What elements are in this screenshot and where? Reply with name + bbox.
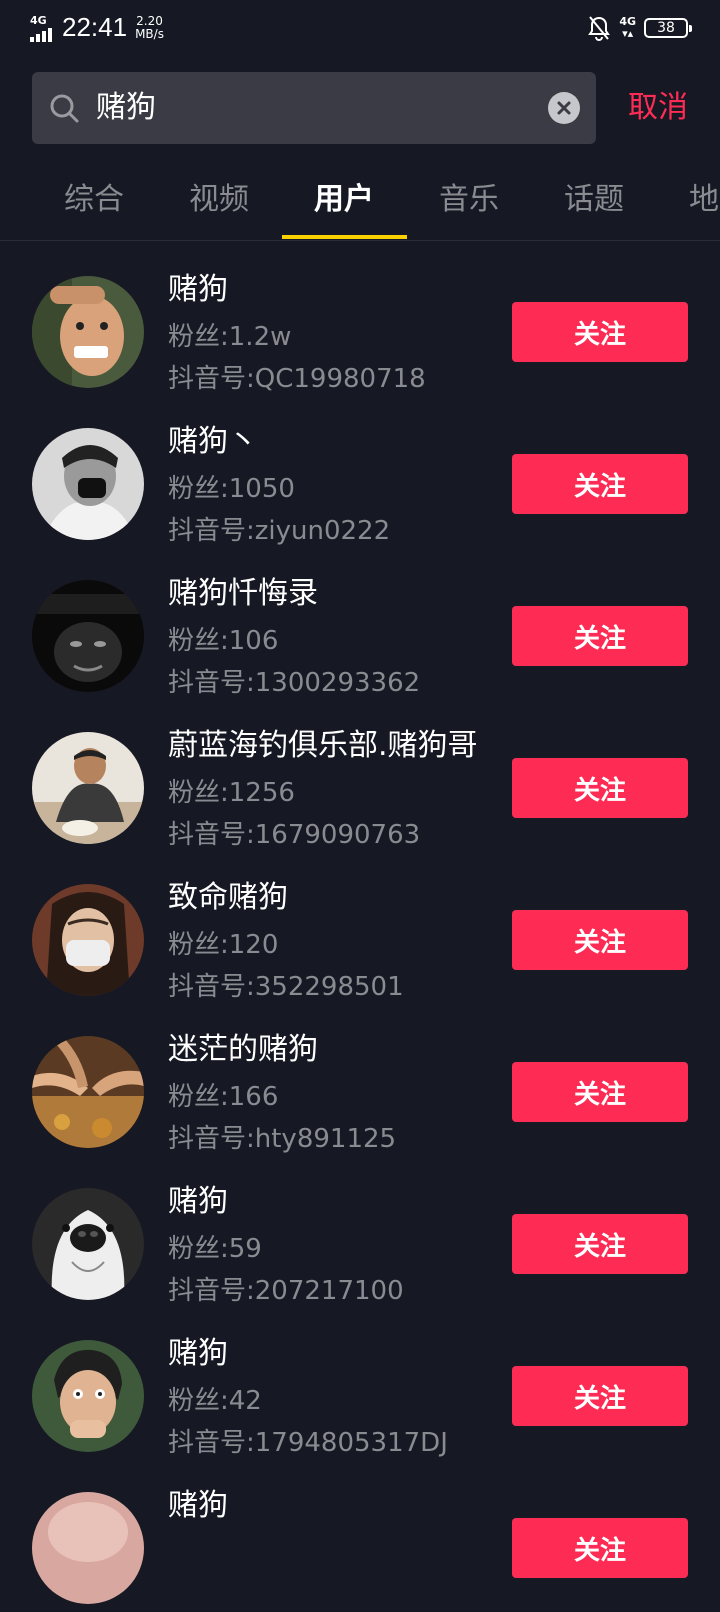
avatar[interactable] [32, 580, 144, 692]
fans-count: 粉丝:1050 [168, 474, 295, 504]
signal-icon: 4G [30, 14, 54, 42]
user-name[interactable]: 赌狗 [168, 270, 228, 310]
follow-button[interactable]: 关注 [512, 1214, 688, 1274]
follow-button[interactable]: 关注 [512, 758, 688, 818]
list-item[interactable]: 赌狗 粉丝:42 抖音号:1794805317DJ 关注 [0, 1308, 720, 1460]
follow-button[interactable]: 关注 [512, 454, 688, 514]
list-item[interactable]: 赌狗 关注 [0, 1460, 720, 1612]
fans-count: 粉丝:1256 [168, 778, 295, 808]
search-query[interactable]: 赌狗 [96, 90, 156, 126]
avatar[interactable] [32, 1188, 144, 1300]
list-item[interactable]: 赌狗 粉丝:1.2w 抖音号:QC19980718 关注 [0, 244, 720, 396]
follow-button[interactable]: 关注 [512, 606, 688, 666]
user-name[interactable]: 赌狗 [168, 1182, 228, 1222]
tab-general[interactable]: 综合 [64, 180, 124, 220]
tab-topics[interactable]: 话题 [564, 180, 624, 220]
status-left: 4G 22:41 2.20 MB/s [30, 12, 164, 43]
list-item[interactable]: 赌狗 粉丝:59 抖音号:207217100 关注 [0, 1156, 720, 1308]
user-id: 抖音号:1300293362 [168, 668, 421, 698]
user-name[interactable]: 赌狗丶 [168, 422, 258, 462]
user-name[interactable]: 蔚蓝海钓俱乐部.赌狗哥 [168, 726, 478, 766]
status-right: 4G ▾▴ 38 [587, 14, 692, 42]
tab-users[interactable]: 用户 [314, 180, 374, 220]
tab-music[interactable]: 音乐 [439, 180, 499, 220]
list-item[interactable]: 赌狗忏悔录 粉丝:106 抖音号:1300293362 关注 [0, 548, 720, 700]
search-tabs: 综合 视频 用户 音乐 话题 地 [0, 160, 720, 241]
fans-count: 粉丝:106 [168, 626, 279, 656]
user-id: 抖音号:1679090763 [168, 820, 421, 850]
user-name[interactable]: 致命赌狗 [168, 878, 288, 918]
search-icon [50, 94, 79, 123]
avatar[interactable] [32, 884, 144, 996]
bell-off-icon [588, 16, 611, 42]
follow-button[interactable]: 关注 [512, 910, 688, 970]
user-name[interactable]: 赌狗 [168, 1486, 228, 1526]
network-type: 4G [30, 13, 47, 27]
follow-button[interactable]: 关注 [512, 1062, 688, 1122]
follow-button[interactable]: 关注 [512, 1518, 688, 1578]
battery-icon: 38 [644, 18, 692, 38]
clock: 22:41 [62, 12, 128, 42]
list-item[interactable]: 致命赌狗 粉丝:120 抖音号:352298501 关注 [0, 852, 720, 1004]
follow-button[interactable]: 关注 [512, 1366, 688, 1426]
fans-count: 粉丝:120 [168, 930, 279, 960]
fans-count: 粉丝:59 [168, 1234, 262, 1264]
user-id: 抖音号:207217100 [168, 1276, 404, 1306]
avatar[interactable] [32, 1036, 144, 1148]
follow-button[interactable]: 关注 [512, 302, 688, 362]
user-id: 抖音号:hty891125 [168, 1124, 397, 1154]
avatar[interactable] [32, 428, 144, 540]
user-id: 抖音号:QC19980718 [168, 364, 426, 394]
list-item[interactable]: 蔚蓝海钓俱乐部.赌狗哥 粉丝:1256 抖音号:1679090763 关注 [0, 700, 720, 852]
user-id: 抖音号:ziyun0222 [168, 516, 391, 546]
status-bar: 4G 22:41 2.20 MB/s 4G ▾▴ 38 [0, 0, 720, 56]
user-id: 抖音号:1794805317DJ [168, 1428, 448, 1458]
user-id: 抖音号:352298501 [168, 972, 404, 1002]
user-name[interactable]: 赌狗忏悔录 [168, 574, 318, 614]
user-name[interactable]: 赌狗 [168, 1334, 228, 1374]
network-type-right: 4G ▾▴ [619, 15, 636, 40]
avatar[interactable] [32, 732, 144, 844]
net-speed: 2.20 MB/s [135, 13, 164, 41]
fans-count: 粉丝:166 [168, 1082, 279, 1112]
user-name[interactable]: 迷茫的赌狗 [168, 1030, 318, 1070]
tab-videos[interactable]: 视频 [189, 180, 249, 220]
clear-icon[interactable] [548, 92, 580, 124]
cancel-button[interactable]: 取消 [628, 88, 688, 128]
fans-count: 粉丝:42 [168, 1386, 262, 1416]
tab-indicator [282, 235, 407, 239]
avatar[interactable] [32, 276, 144, 388]
search-input[interactable]: 赌狗 [32, 72, 596, 144]
tab-places[interactable]: 地 [689, 180, 719, 220]
list-item[interactable]: 赌狗丶 粉丝:1050 抖音号:ziyun0222 关注 [0, 396, 720, 548]
list-item[interactable]: 迷茫的赌狗 粉丝:166 抖音号:hty891125 关注 [0, 1004, 720, 1156]
fans-count: 粉丝:1.2w [168, 322, 292, 352]
avatar[interactable] [32, 1340, 144, 1452]
avatar[interactable] [32, 1492, 144, 1604]
